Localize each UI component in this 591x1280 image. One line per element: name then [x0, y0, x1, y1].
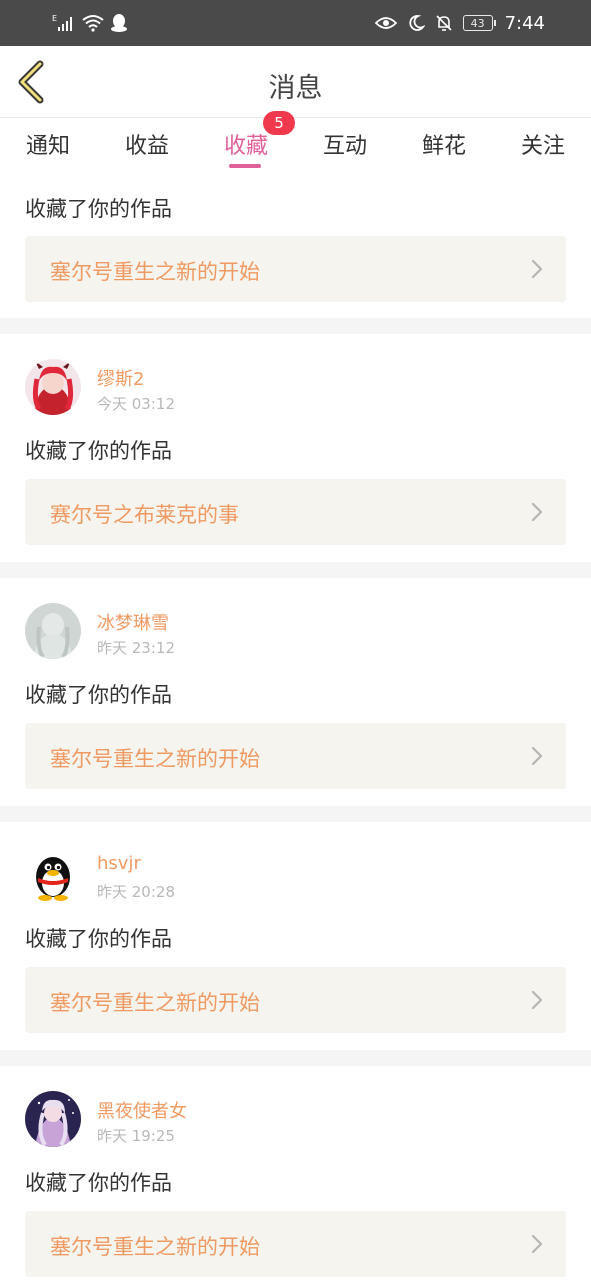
action-text: 收藏了你的作品	[25, 1171, 172, 1195]
avatar-image	[25, 603, 81, 659]
chevron-right-icon	[531, 259, 543, 279]
work-link[interactable]: 塞尔号重生之新的开始	[25, 723, 566, 789]
work-link[interactable]: 塞尔号重生之新的开始	[25, 967, 566, 1033]
avatar[interactable]	[25, 1091, 81, 1147]
signal-icon: E	[52, 14, 72, 31]
timestamp: 昨天 23:12	[97, 639, 175, 657]
list-item: hsvjr 昨天 20:28 收藏了你的作品 塞尔号重生之新的开始	[0, 822, 591, 1050]
tab-label: 鲜花	[421, 134, 466, 159]
qq-notification-icon	[111, 14, 127, 32]
eye-icon	[374, 17, 397, 29]
page-title: 消息	[268, 73, 323, 104]
chevron-right-icon	[531, 502, 543, 522]
avatar-image	[25, 1091, 81, 1147]
list-item: 收藏了你的作品 塞尔号重生之新的开始	[0, 176, 591, 318]
unread-badge: 5	[263, 111, 295, 135]
tab-label: 通知	[25, 134, 70, 159]
chevron-right-icon	[531, 1234, 543, 1254]
active-tab-indicator	[229, 164, 261, 168]
tab-label: 互动	[322, 134, 367, 159]
tab-label: 关注	[520, 134, 565, 159]
action-text: 收藏了你的作品	[25, 439, 172, 463]
work-title: 赛尔号之布莱克的事	[50, 503, 239, 527]
wifi-icon	[82, 15, 104, 32]
timestamp: 昨天 19:25	[97, 1127, 175, 1145]
username[interactable]: 缪斯2	[97, 365, 144, 391]
status-right: 43 7:44	[374, 10, 545, 36]
work-link[interactable]: 塞尔号重生之新的开始	[25, 1211, 566, 1277]
app-header: 消息	[0, 46, 591, 118]
timestamp: 今天 03:12	[97, 395, 175, 413]
chevron-right-icon	[531, 746, 543, 766]
status-bar: E 43 7:44	[0, 0, 591, 46]
battery-level: 43	[470, 16, 485, 30]
timestamp: 昨天 20:28	[97, 883, 175, 901]
username[interactable]: 冰梦琳雪	[97, 609, 169, 635]
work-title: 塞尔号重生之新的开始	[50, 747, 260, 771]
tab-label: 收藏	[223, 134, 268, 159]
work-title: 塞尔号重生之新的开始	[50, 260, 260, 284]
username[interactable]: 黑夜使者女	[97, 1097, 187, 1123]
bell-off-icon	[436, 15, 452, 31]
tab-following[interactable]: 关注	[517, 128, 569, 168]
tab-favorites[interactable]: 收藏	[220, 128, 272, 168]
tab-interactions[interactable]: 互动	[319, 128, 371, 168]
favorites-feed[interactable]: 收藏了你的作品 塞尔号重生之新的开始 缪斯2 今天 03:12 收藏了你的作品	[0, 176, 591, 1280]
tab-label: 收益	[124, 134, 169, 159]
tab-bar: 通知 收益 收藏 5 互动 鲜花 关注	[0, 111, 591, 176]
battery-icon: 43	[462, 15, 496, 31]
work-title: 塞尔号重生之新的开始	[50, 991, 260, 1015]
divider	[0, 806, 591, 822]
work-title: 塞尔号重生之新的开始	[50, 1235, 260, 1259]
work-link[interactable]: 赛尔号之布莱克的事	[25, 479, 566, 545]
avatar-image	[25, 359, 81, 415]
list-item: 缪斯2 今天 03:12 收藏了你的作品 赛尔号之布莱克的事	[0, 334, 591, 562]
svg-text:E: E	[52, 14, 57, 23]
divider	[0, 562, 591, 578]
username[interactable]: hsvjr	[97, 853, 141, 874]
tab-earnings[interactable]: 收益	[121, 128, 173, 168]
list-item: 黑夜使者女 昨天 19:25 收藏了你的作品 塞尔号重生之新的开始	[0, 1066, 591, 1280]
avatar[interactable]	[25, 847, 81, 903]
qq-penguin-icon	[25, 847, 81, 903]
status-time: 7:44	[504, 12, 545, 34]
action-text: 收藏了你的作品	[25, 927, 172, 951]
work-link[interactable]: 塞尔号重生之新的开始	[25, 236, 566, 302]
divider	[0, 1050, 591, 1066]
moon-icon	[409, 15, 425, 31]
action-text: 收藏了你的作品	[25, 197, 172, 221]
chevron-right-icon	[531, 990, 543, 1010]
action-text: 收藏了你的作品	[25, 683, 172, 707]
tab-flowers[interactable]: 鲜花	[418, 128, 470, 168]
tab-notifications[interactable]: 通知	[22, 128, 74, 168]
divider	[0, 318, 591, 334]
status-left: E	[52, 10, 128, 36]
avatar[interactable]	[25, 359, 81, 415]
list-item: 冰梦琳雪 昨天 23:12 收藏了你的作品 塞尔号重生之新的开始	[0, 578, 591, 806]
avatar[interactable]	[25, 603, 81, 659]
